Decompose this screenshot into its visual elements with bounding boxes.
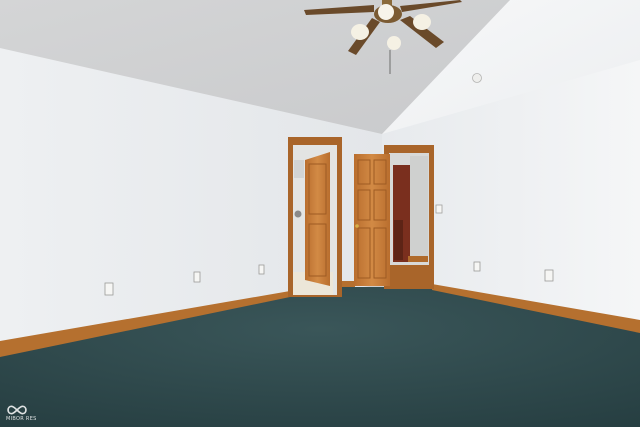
outlet-right-1 xyxy=(473,261,481,272)
watermark-text: MIBOR RES xyxy=(6,416,37,422)
closet-wall xyxy=(410,156,428,262)
left-doorway-shelf xyxy=(294,160,304,178)
baseboard-middle xyxy=(340,281,355,287)
right-door-knob xyxy=(355,224,359,228)
watermark: MIBOR RES xyxy=(6,404,37,422)
fan-light-center xyxy=(378,4,394,20)
closet-trim xyxy=(408,256,428,262)
light-switch xyxy=(435,204,443,214)
left-door-knob xyxy=(294,210,302,218)
closet-cabinet-door xyxy=(394,220,403,260)
smoke-detector xyxy=(472,73,482,83)
infinity-logo-icon xyxy=(7,405,27,415)
outlet-left-1 xyxy=(104,282,114,296)
fan-light-bottom xyxy=(387,36,401,50)
room-photo xyxy=(0,0,640,427)
outlet-left-2 xyxy=(193,271,201,283)
fan-light-right xyxy=(413,14,431,30)
outlet-right-2 xyxy=(544,269,554,282)
outlet-left-3 xyxy=(258,264,265,275)
fan-light-left xyxy=(351,24,369,40)
